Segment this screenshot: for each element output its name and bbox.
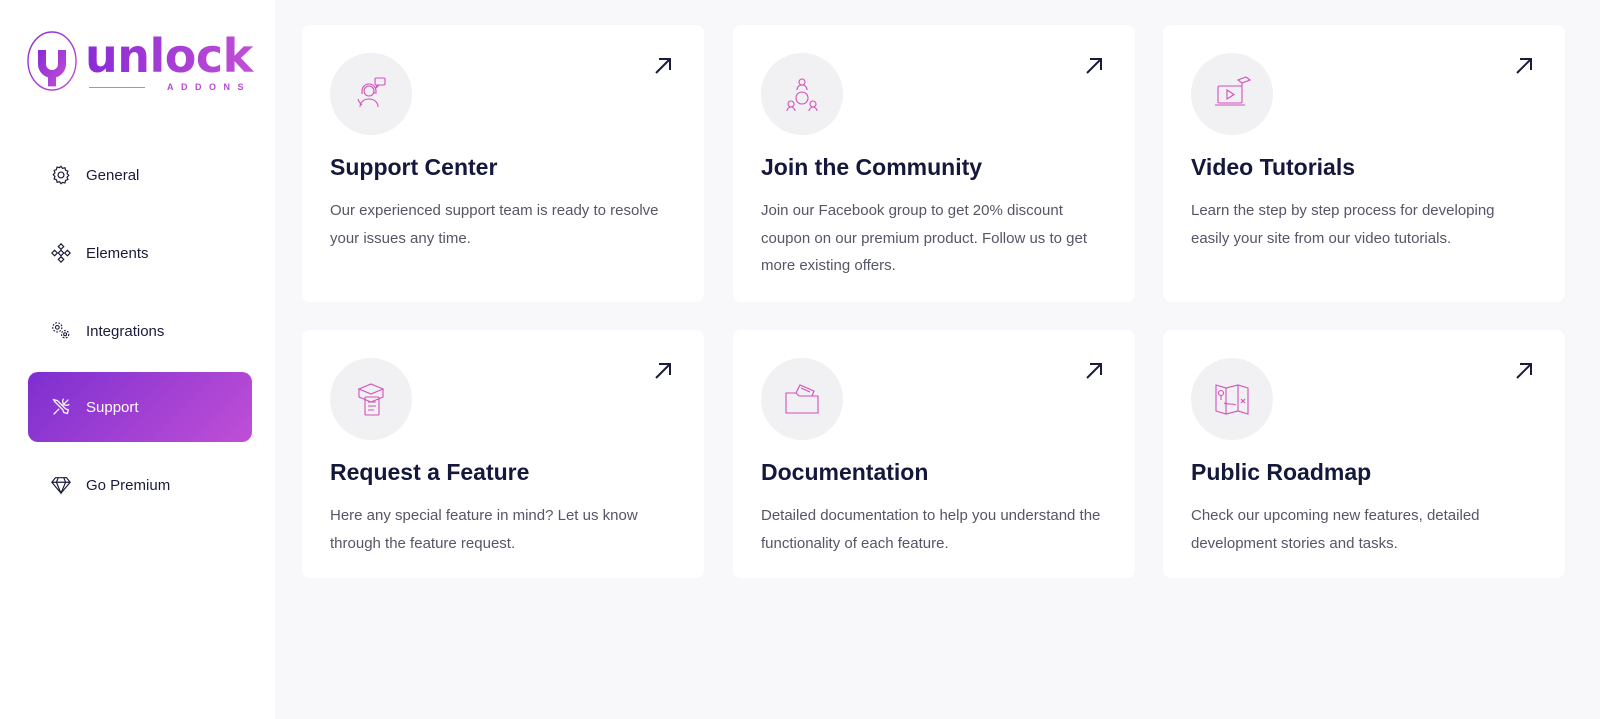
- unlock-logo-icon: [27, 31, 77, 91]
- arrow-up-right-icon[interactable]: [652, 360, 674, 382]
- request-feature-card[interactable]: Request a Feature Here any special featu…: [302, 330, 704, 578]
- folder-docs-icon: [785, 384, 819, 414]
- brand-name: unlock: [85, 33, 255, 79]
- card-title: Video Tutorials: [1191, 154, 1356, 180]
- card-title: Support Center: [330, 154, 498, 180]
- card-description: Here any special feature in mind? Let us…: [330, 507, 638, 552]
- public-roadmap-card[interactable]: Public Roadmap Check our upcoming new fe…: [1163, 330, 1565, 578]
- card-description: Detailed documentation to help you under…: [761, 507, 1101, 552]
- video-tutorials-card[interactable]: Video Tutorials Learn the step by step p…: [1163, 25, 1565, 302]
- sidebar-item-label: General: [86, 166, 140, 184]
- card-icon-circle: [330, 53, 412, 135]
- brand-divider: [89, 87, 145, 88]
- card-title: Join the Community: [761, 154, 983, 180]
- support-center-card[interactable]: Support Center Our experienced support t…: [302, 25, 704, 302]
- sidebar-item-elements[interactable]: Elements: [28, 218, 252, 288]
- elements-icon: [50, 242, 72, 264]
- card-description: Join our Facebook group to get 20% disco…: [761, 202, 1088, 274]
- sidebar-item-label: Elements: [86, 244, 149, 262]
- card-description: Check our upcoming new features, detaile…: [1191, 507, 1480, 552]
- tools-icon: [50, 396, 72, 418]
- page-scrollbar[interactable]: [1594, 0, 1600, 719]
- arrow-up-right-icon[interactable]: [1083, 360, 1105, 382]
- card-icon-circle: [330, 358, 412, 440]
- sidebar-item-general[interactable]: General: [28, 140, 252, 210]
- diamond-icon: [50, 474, 72, 496]
- card-icon-circle: [1191, 53, 1273, 135]
- sidebar-item-integrations[interactable]: Integrations: [28, 296, 252, 366]
- arrow-up-right-icon[interactable]: [1513, 360, 1535, 382]
- card-title: Request a Feature: [330, 459, 530, 485]
- brand-logo[interactable]: unlock ADDONS: [27, 30, 257, 96]
- brand-subtitle: ADDONS: [166, 82, 251, 92]
- card-description: Learn the step by step process for devel…: [1191, 202, 1495, 247]
- sidebar-item-label: Integrations: [86, 322, 165, 340]
- sidebar-item-label: Go Premium: [86, 476, 171, 494]
- sidebar-item-support[interactable]: Support: [28, 372, 252, 442]
- card-title: Documentation: [761, 459, 929, 485]
- sidebar-item-label: Support: [86, 398, 139, 416]
- card-title: Public Roadmap: [1191, 459, 1372, 485]
- sidebar-item-go-premium[interactable]: Go Premium: [28, 450, 252, 520]
- feature-request-icon: [357, 383, 385, 416]
- arrow-up-right-icon[interactable]: [1083, 55, 1105, 77]
- card-icon-circle: [761, 53, 843, 135]
- roadmap-map-icon: [1215, 384, 1249, 415]
- video-tutorial-icon: [1215, 76, 1252, 106]
- documentation-card[interactable]: Documentation Detailed documentation to …: [733, 330, 1135, 578]
- card-icon-circle: [1191, 358, 1273, 440]
- integrations-icon: [50, 320, 72, 342]
- community-icon: [786, 78, 818, 112]
- card-icon-circle: [761, 358, 843, 440]
- arrow-up-right-icon[interactable]: [652, 55, 674, 77]
- arrow-up-right-icon[interactable]: [1513, 55, 1535, 77]
- sidebar: unlock ADDONS General Elements Integrati…: [0, 0, 275, 719]
- join-community-card[interactable]: Join the Community Join our Facebook gro…: [733, 25, 1135, 302]
- card-description: Our experienced support team is ready to…: [330, 202, 659, 247]
- support-agent-icon: [357, 77, 386, 108]
- gear-icon: [50, 164, 72, 186]
